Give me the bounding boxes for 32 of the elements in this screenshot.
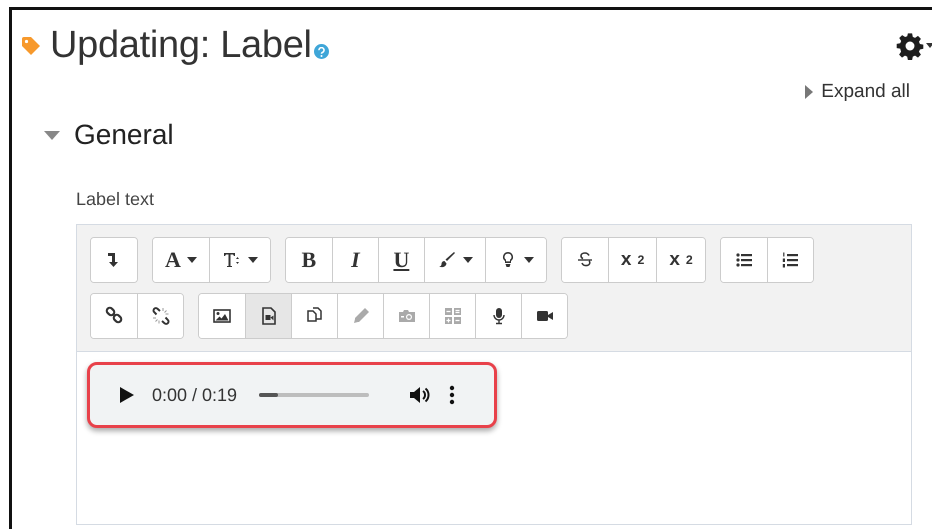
caret-icon [524, 257, 534, 263]
gear-icon[interactable] [896, 32, 924, 60]
field-label: Label text [76, 189, 156, 210]
link-icon [104, 306, 124, 326]
toolbar-button[interactable] [521, 294, 567, 338]
font-size-icon [222, 250, 242, 270]
tag-icon [20, 34, 42, 56]
numbered-list-icon [780, 250, 800, 270]
more-options-icon[interactable] [449, 385, 456, 405]
paintbrush-icon [436, 250, 457, 270]
caret-icon [186, 257, 197, 263]
caret-icon [248, 257, 258, 263]
progress-track[interactable] [259, 393, 370, 397]
section-title: General [74, 119, 174, 151]
caret-icon[interactable] [926, 42, 932, 48]
toolbar-button[interactable] [484, 238, 546, 282]
help-icon[interactable] [314, 44, 329, 59]
playback-time: 0:00 / 0:19 [152, 384, 238, 406]
toolbar-button[interactable] [245, 294, 291, 338]
expand-all-link[interactable]: Expand all [821, 81, 910, 103]
expand-arrow-icon [805, 85, 814, 99]
toolbar-button[interactable] [137, 294, 183, 338]
collapse-arrow-icon[interactable] [44, 130, 60, 140]
toolbar-button[interactable] [208, 238, 270, 282]
volume-icon[interactable] [409, 385, 432, 405]
caret-icon [462, 257, 473, 263]
calculator-icon [442, 306, 462, 326]
unlink-icon [150, 306, 170, 326]
image-icon [212, 306, 232, 326]
toolbar-button[interactable] [766, 238, 813, 282]
page-title: Updating: Label [50, 24, 312, 67]
play-icon[interactable] [120, 387, 134, 403]
